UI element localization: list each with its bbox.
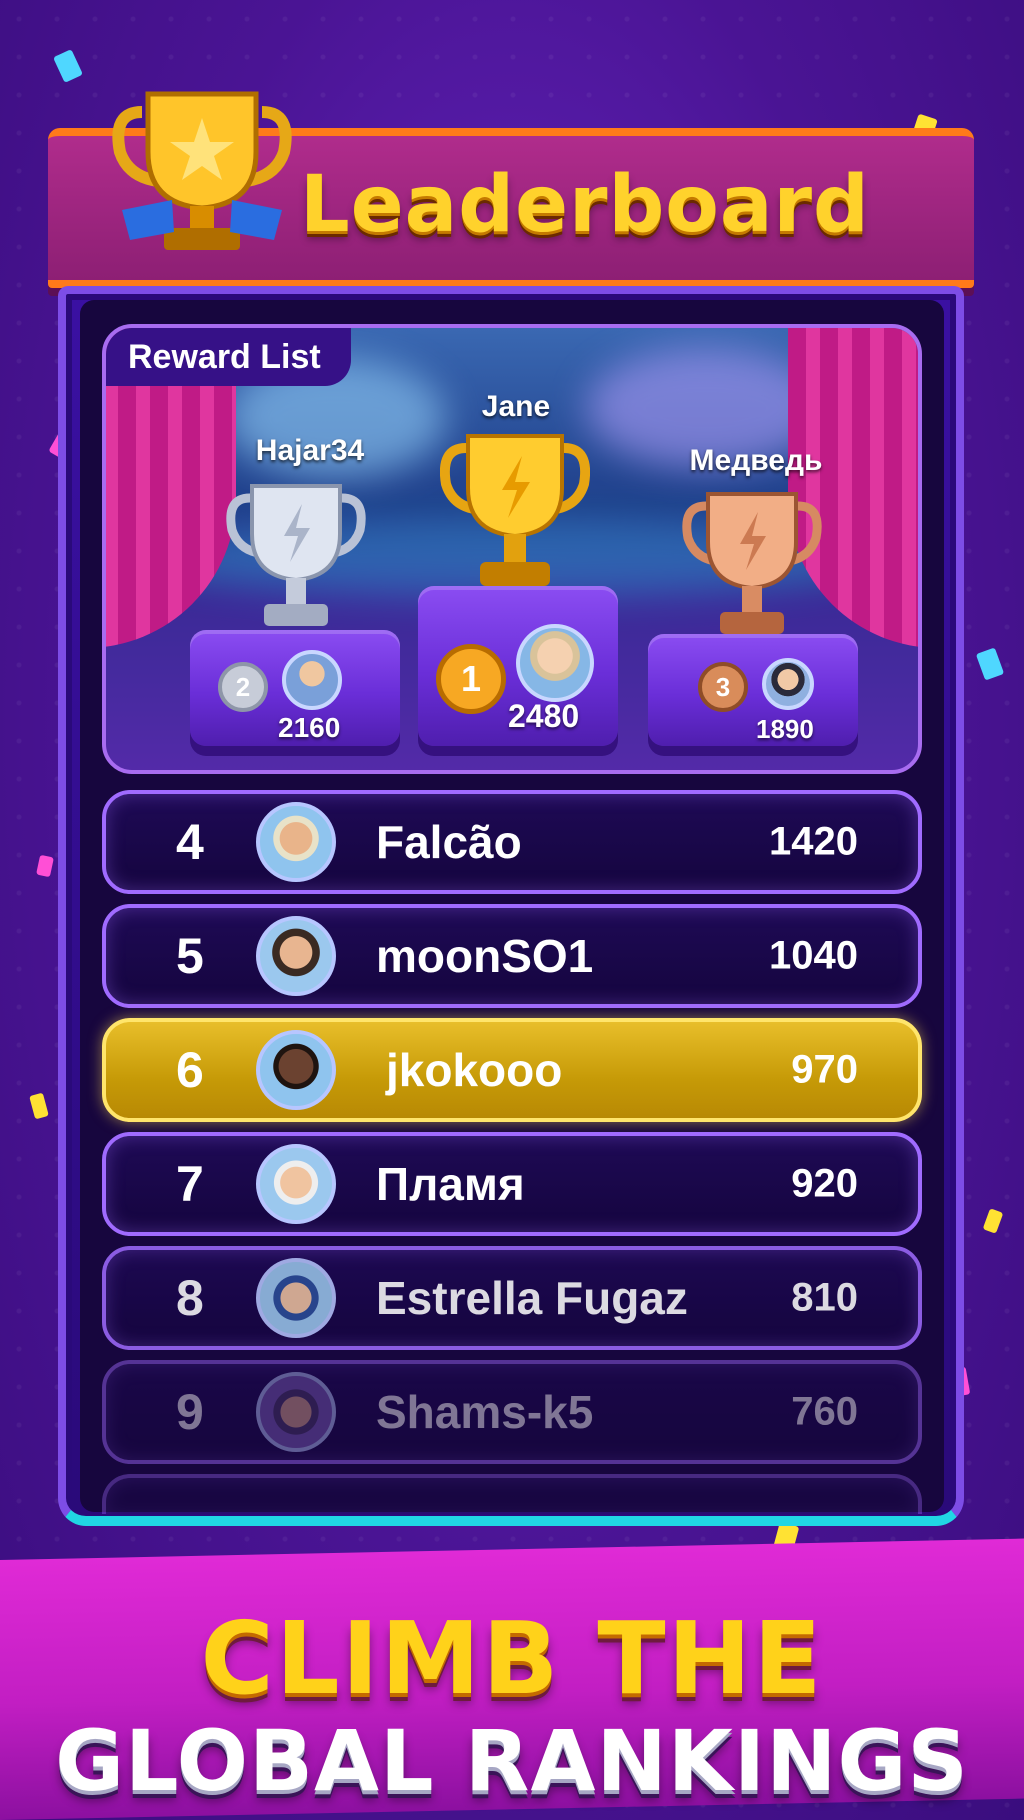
row-rank: 8 (176, 1270, 204, 1326)
leaderboard-row[interactable]: 4 Falcão 1420 (102, 790, 922, 894)
cta-line-1: CLIMB THE (200, 1600, 824, 1717)
leaderboard-row[interactable]: 9 Shams-k5 760 (102, 1360, 922, 1464)
confetti (29, 1092, 49, 1120)
reward-podium: Reward List Jane Hajar34 Медведь 2 1 3 2… (102, 324, 922, 774)
row-score: 1420 (769, 819, 858, 864)
podium-score-second: 2160 (278, 712, 341, 743)
row-avatar (256, 1144, 336, 1224)
leaderboard-row[interactable]: 5 moonSO1 1040 (102, 904, 922, 1008)
row-username: moonSO1 (376, 930, 594, 982)
tab-reward-list[interactable]: Reward List (106, 328, 351, 386)
row-rank: 9 (176, 1384, 204, 1440)
medal-first-number: 1 (460, 658, 482, 699)
avatar-second (282, 650, 342, 710)
row-score: 1040 (769, 933, 858, 978)
row-rank: 6 (176, 1042, 204, 1098)
medal-second: 2 (218, 662, 268, 712)
row-rank: 7 (176, 1156, 204, 1212)
cta-line-2: GLOBAL RANKINGS (55, 1712, 969, 1810)
row-avatar (256, 916, 336, 996)
confetti (982, 1208, 1004, 1234)
leaderboard-row-partial (102, 1474, 922, 1514)
podium-score-first: 2480 (508, 698, 580, 734)
page-title: Leaderboard (300, 160, 870, 250)
medal-third-number: 3 (715, 671, 731, 702)
avatar-third (762, 658, 814, 710)
row-username: Falcão (376, 816, 522, 868)
row-username: Shams-k5 (376, 1386, 594, 1438)
row-username: Пламя (376, 1158, 525, 1210)
podium-name-third: Медведь (689, 444, 823, 477)
podium-name-first: Jane (481, 390, 551, 423)
row-avatar (256, 802, 336, 882)
medal-first: 1 (436, 644, 506, 714)
confetti (36, 854, 54, 878)
trophy-icon (112, 91, 292, 250)
row-avatar (256, 1258, 336, 1338)
bronze-trophy-icon (682, 492, 822, 634)
leaderboard-row[interactable]: 7 Пламя 920 (102, 1132, 922, 1236)
row-score: 920 (791, 1161, 858, 1206)
row-rank: 5 (176, 928, 204, 984)
leaderboard-row-current-user[interactable]: 6 jkokooo 970 (102, 1018, 922, 1122)
podium-block-third (648, 634, 858, 746)
medal-second-number: 2 (235, 671, 251, 702)
row-username: Estrella Fugaz (376, 1272, 688, 1324)
medal-third: 3 (698, 662, 748, 712)
row-score: 810 (791, 1275, 858, 1320)
row-rank: 4 (176, 814, 204, 870)
gold-trophy-icon (440, 434, 590, 586)
row-score: 970 (791, 1047, 858, 1092)
podium-score-third: 1890 (756, 714, 814, 744)
leaderboard-row[interactable]: 8 Estrella Fugaz 810 (102, 1246, 922, 1350)
confetti (975, 647, 1005, 681)
confetti (53, 49, 83, 83)
row-avatar (256, 1030, 336, 1110)
silver-trophy-icon (226, 484, 366, 626)
row-username: jkokooo (386, 1044, 563, 1096)
avatar-first (516, 624, 594, 702)
row-avatar (256, 1372, 336, 1452)
podium-name-second: Hajar34 (255, 434, 365, 467)
row-score: 760 (791, 1389, 858, 1434)
